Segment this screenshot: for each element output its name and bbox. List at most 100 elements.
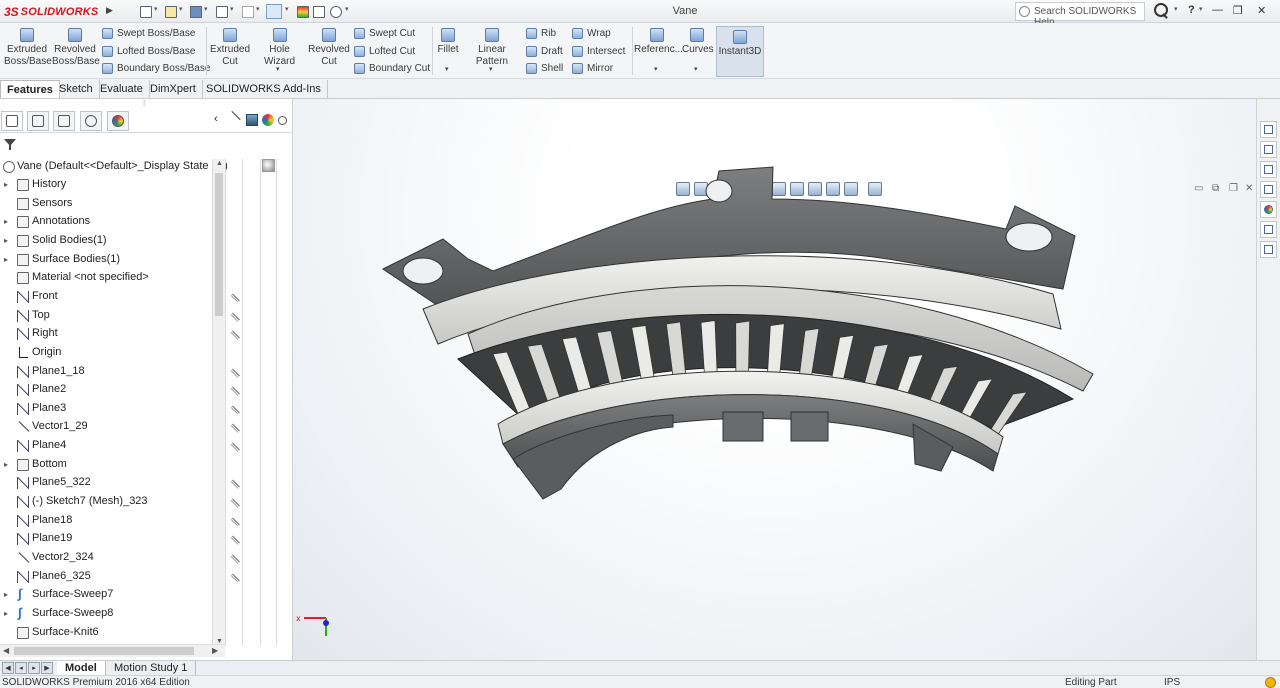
print-button[interactable] [214, 4, 230, 19]
view-palette-button[interactable] [1260, 181, 1277, 198]
tree-item[interactable]: Plane18 [0, 512, 212, 530]
open-button[interactable] [163, 4, 179, 19]
tree-item[interactable]: Sensors [0, 195, 212, 213]
filter-icon[interactable] [4, 139, 16, 151]
hide-show-icon[interactable] [231, 110, 241, 121]
tree-item[interactable]: Top [0, 307, 212, 325]
tab-sketch[interactable]: Sketch [53, 80, 100, 98]
search-icon[interactable] [1152, 2, 1170, 20]
expand-arrow-icon[interactable]: ▸ [4, 180, 8, 189]
draft-button[interactable]: Draft [524, 44, 563, 60]
display-manager-tab[interactable] [107, 111, 129, 131]
boundary-cut-button[interactable]: Boundary Cut [352, 61, 430, 77]
intersect-button[interactable]: Intersect [570, 44, 625, 60]
expand-arrow-icon[interactable]: ▸ [4, 460, 8, 469]
tab-solidworks-add-ins[interactable]: SOLIDWORKS Add-Ins [200, 80, 328, 98]
tree-item[interactable]: ▸ Surface Bodies(1) [0, 251, 212, 269]
options-button[interactable] [328, 4, 344, 19]
tree-item[interactable]: Plane3 [0, 400, 212, 418]
scene-icon[interactable] [262, 114, 274, 126]
tree-item[interactable]: ▸ Surface-Sweep8 [0, 605, 212, 623]
appearances-button[interactable] [1260, 201, 1277, 218]
tree-item[interactable]: Plane1_18 [0, 363, 212, 381]
hidden-state-icon[interactable] [231, 386, 240, 395]
solidworks-resources-button[interactable] [1260, 121, 1277, 138]
last-tab-icon[interactable]: ▶ [41, 662, 53, 674]
instant3d-button[interactable]: Instant3D [716, 26, 764, 77]
hidden-state-icon[interactable] [231, 442, 240, 451]
expand-arrow-icon[interactable]: ▸ [4, 236, 8, 245]
search-dropdown-icon[interactable]: ▾ [1174, 5, 1178, 13]
revolved-boss-button[interactable]: Revolved Boss/Base [52, 25, 100, 77]
lofted-boss-button[interactable]: Lofted Boss/Base [100, 44, 195, 60]
help-search-input[interactable]: Search SOLIDWORKS Help [1015, 2, 1145, 28]
feature-manager-tab[interactable] [1, 111, 23, 131]
save-dropdown-icon[interactable]: ▾ [204, 5, 208, 13]
help-dropdown-icon[interactable]: ▾ [1199, 5, 1203, 13]
tree-horizontal-scrollbar[interactable]: ◀ ▶ [0, 644, 225, 657]
undo-dropdown-icon[interactable]: ▾ [256, 5, 260, 13]
design-library-button[interactable] [1260, 141, 1277, 158]
tree-item[interactable]: ▸ History [0, 176, 212, 194]
hidden-state-icon[interactable] [231, 573, 240, 582]
tree-item[interactable]: Origin [0, 344, 212, 362]
hidden-state-icon[interactable] [231, 405, 240, 414]
save-button[interactable] [188, 4, 204, 19]
tree-item[interactable]: Plane4 [0, 437, 212, 455]
scroll-right-icon[interactable]: ▶ [212, 646, 218, 655]
swept-cut-button[interactable]: Swept Cut [352, 26, 415, 42]
tree-item[interactable]: Plane2 [0, 381, 212, 399]
tree-item[interactable]: ▸ Surface-Sweep7 [0, 586, 212, 604]
next-tab-icon[interactable]: ▸ [28, 662, 40, 674]
expand-arrow-icon[interactable]: ▸ [4, 609, 8, 618]
first-tab-icon[interactable]: ◀ [2, 662, 14, 674]
tree-item[interactable]: Right [0, 325, 212, 343]
linear-pattern-dropdown-icon[interactable]: ▾ [489, 65, 493, 73]
hidden-state-icon[interactable] [231, 517, 240, 526]
tree-item[interactable]: Plane5_322 [0, 474, 212, 492]
close-button[interactable]: ✕ [1257, 4, 1266, 17]
hidden-state-icon[interactable] [231, 554, 240, 563]
open-dropdown-icon[interactable]: ▾ [179, 5, 183, 13]
options-dropdown-icon[interactable]: ▾ [345, 5, 349, 13]
lofted-cut-button[interactable]: Lofted Cut [352, 44, 415, 60]
hidden-state-icon[interactable] [231, 479, 240, 488]
dimxpert-manager-tab[interactable] [80, 111, 102, 131]
tab-model[interactable]: Model [57, 661, 106, 676]
units-selector[interactable]: IPS [1164, 677, 1180, 688]
hidden-state-icon[interactable] [231, 423, 240, 432]
hidden-state-icon[interactable] [231, 498, 240, 507]
hidden-state-icon[interactable] [231, 535, 240, 544]
property-manager-tab[interactable] [27, 111, 49, 131]
new-document-button[interactable] [138, 4, 154, 19]
display-pane-sphere-icon[interactable] [262, 159, 275, 172]
reference-dropdown-icon[interactable]: ▾ [654, 65, 658, 73]
expand-arrow-icon[interactable]: ▸ [4, 590, 8, 599]
panel-splitter-grip[interactable]: ⁞ [143, 99, 151, 109]
swept-boss-button[interactable]: Swept Boss/Base [100, 26, 195, 42]
restore-button[interactable]: ❐ [1233, 4, 1243, 17]
collapse-panel-icon[interactable]: ‹ [214, 113, 226, 125]
tree-item[interactable]: ▸ Bottom [0, 456, 212, 474]
mirror-button[interactable]: Mirror [570, 61, 613, 77]
tree-item[interactable]: Plane19 [0, 530, 212, 548]
prev-tab-icon[interactable]: ◂ [15, 662, 27, 674]
vane-3d-model[interactable] [293, 99, 1256, 660]
undo-button[interactable] [240, 4, 256, 19]
hidden-state-icon[interactable] [231, 312, 240, 321]
expand-arrow-icon[interactable]: ▸ [4, 217, 8, 226]
rebuild-button[interactable] [295, 4, 311, 19]
tab-evaluate[interactable]: Evaluate [94, 80, 150, 98]
select-button[interactable] [266, 4, 282, 19]
forum-button[interactable] [1260, 241, 1277, 258]
tree-item[interactable]: Front [0, 288, 212, 306]
appearance-icon[interactable] [246, 114, 258, 126]
revolved-cut-button[interactable]: Revolved Cut [308, 25, 350, 77]
expand-arrow-icon[interactable]: ▸ [4, 255, 8, 264]
configuration-manager-tab[interactable] [53, 111, 75, 131]
tree-item[interactable]: ▸ Solid Bodies(1) [0, 232, 212, 250]
horizontal-scroll-thumb[interactable] [14, 647, 194, 655]
scroll-thumb[interactable] [215, 173, 223, 316]
tab-motion-study-1[interactable]: Motion Study 1 [106, 661, 197, 676]
tree-item[interactable]: (-) Sketch7 (Mesh)_323 [0, 493, 212, 511]
